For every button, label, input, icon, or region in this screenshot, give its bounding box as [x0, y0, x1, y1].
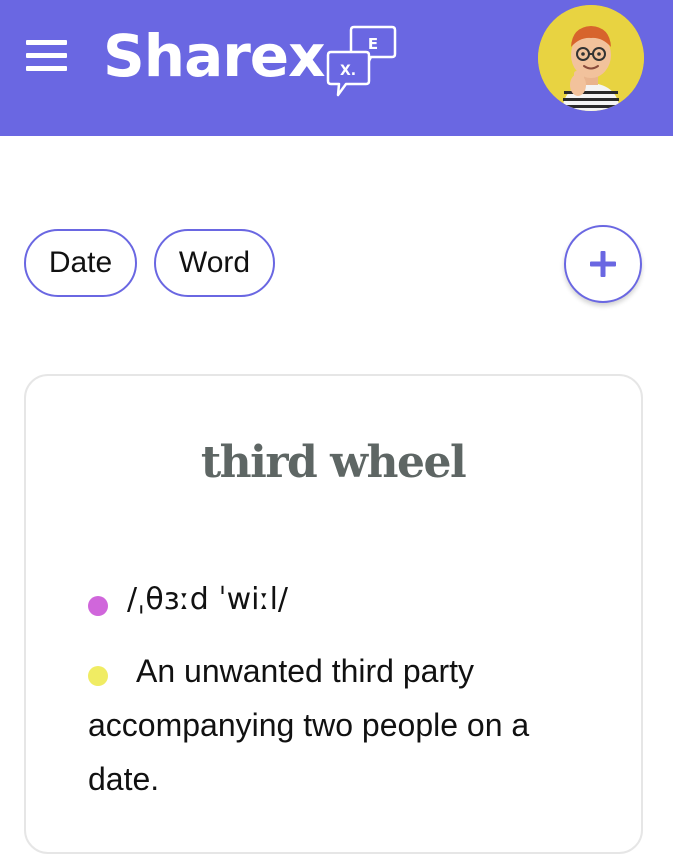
- hamburger-menu-icon[interactable]: [26, 40, 68, 72]
- filter-date-button[interactable]: Date: [24, 229, 137, 297]
- filter-word-button[interactable]: Word: [154, 229, 275, 297]
- add-word-button[interactable]: [564, 225, 642, 303]
- app-header: Sharex. E X.: [0, 0, 673, 136]
- chat-bubbles-icon: E X.: [324, 24, 398, 98]
- app-logo-text: Sharex.: [103, 22, 347, 90]
- word-title: third wheel: [200, 437, 467, 488]
- user-avatar[interactable]: [538, 5, 644, 111]
- pronunciation-text: /ˌθɜːd ˈwiːl/: [127, 582, 289, 617]
- pronunciation-bullet-icon: [88, 596, 108, 616]
- definition-text: An unwanted third party accompanying two…: [88, 653, 530, 797]
- logo-letter-x: X.: [340, 63, 356, 79]
- plus-icon: [590, 251, 616, 277]
- logo-letter-e: E: [368, 35, 378, 53]
